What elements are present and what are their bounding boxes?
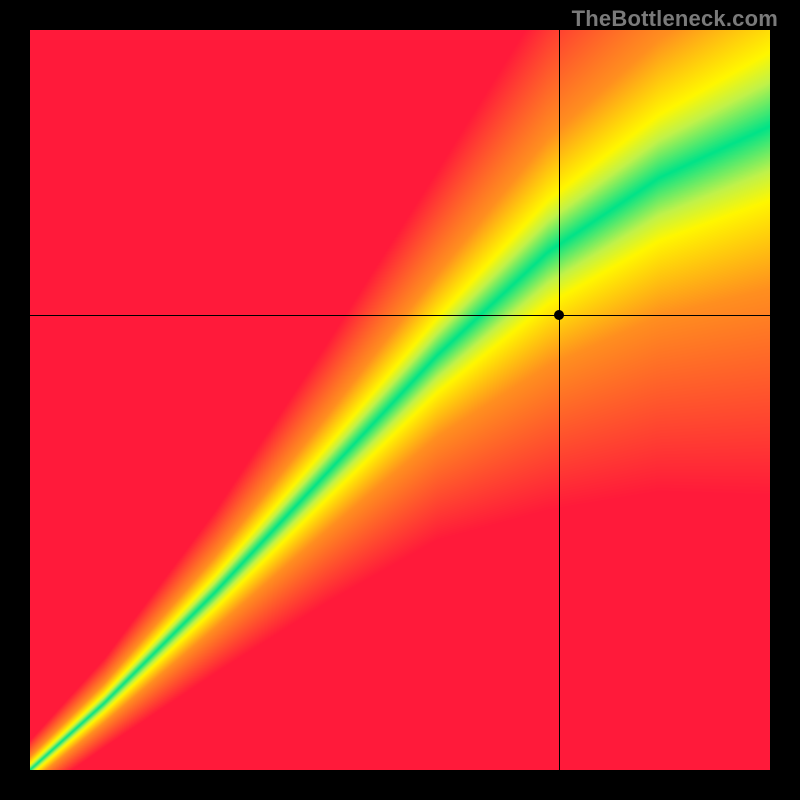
- heatmap-plot: [30, 30, 770, 770]
- heatmap-canvas: [30, 30, 770, 770]
- watermark-text: TheBottleneck.com: [572, 6, 778, 32]
- crosshair-horizontal-line: [30, 315, 770, 316]
- crosshair-vertical-line: [559, 30, 560, 770]
- crosshair-marker-dot: [554, 310, 564, 320]
- chart-frame: TheBottleneck.com: [0, 0, 800, 800]
